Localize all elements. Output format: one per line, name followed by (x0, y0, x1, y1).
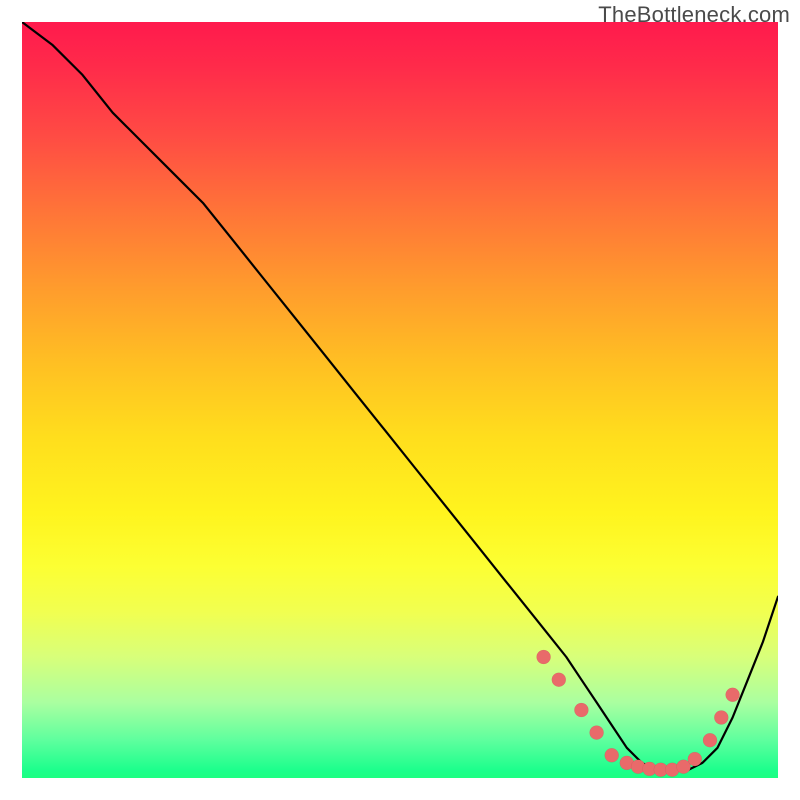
marker-dot (605, 748, 619, 762)
marker-dot (537, 650, 551, 664)
marker-dot (714, 711, 728, 725)
plot-area (22, 22, 778, 778)
chart-svg (22, 22, 778, 778)
marker-dot (552, 673, 566, 687)
marker-dot (726, 688, 740, 702)
watermark-label: TheBottleneck.com (598, 2, 790, 28)
marker-dot (703, 733, 717, 747)
chart-container: TheBottleneck.com (0, 0, 800, 800)
marker-dot (590, 726, 604, 740)
marker-dot (574, 703, 588, 717)
bottleneck-curve-line (22, 22, 778, 770)
marker-dot (688, 752, 702, 766)
